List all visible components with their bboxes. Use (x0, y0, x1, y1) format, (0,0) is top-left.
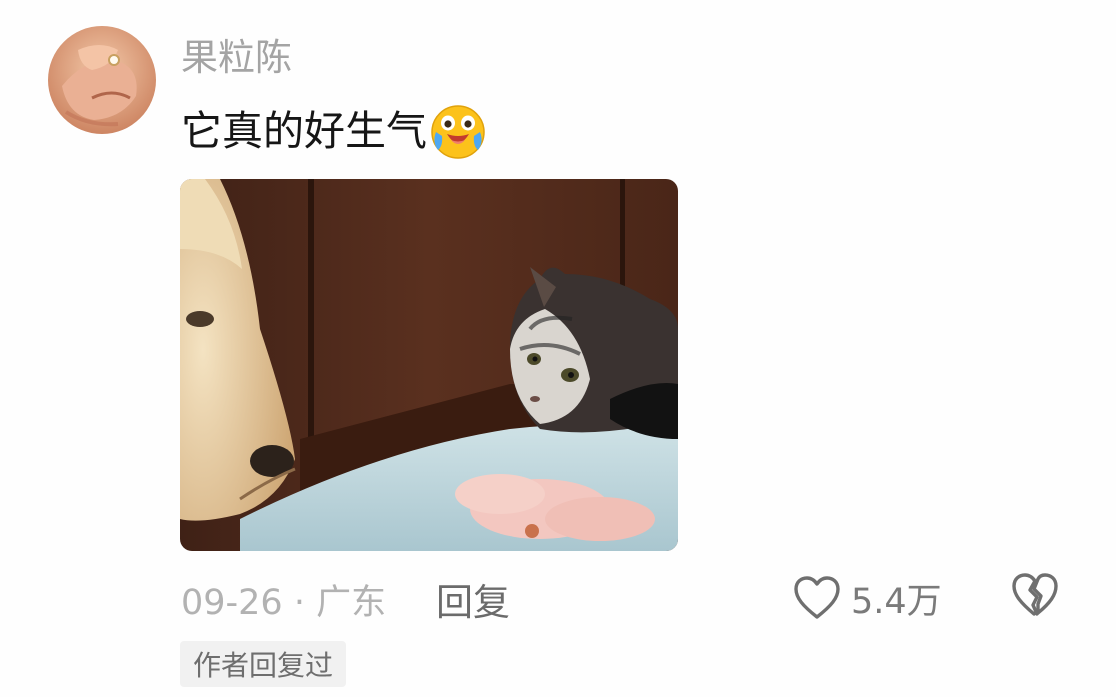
like-button[interactable]: 5.4万 (793, 570, 942, 626)
reply-button[interactable]: 回复 (436, 572, 510, 626)
like-count: 5.4万 (851, 581, 942, 622)
avatar-photo (48, 26, 156, 134)
date-location: 09-26 · 广东 (181, 582, 387, 623)
heart-icon (794, 576, 840, 619)
comment-text: 它真的好生气 (181, 102, 487, 160)
broken-heart-icon (1012, 573, 1058, 616)
comment-text-content: 它真的好生气 (181, 107, 427, 155)
dog-cat-photo (180, 179, 678, 551)
crying-laughing-emoji-icon (431, 105, 485, 159)
comment-item: 果粒陈 它真的好生气 09-26 · 广东 回复 5.4万 作者回复过 (0, 0, 1116, 697)
avatar[interactable] (48, 26, 156, 134)
dislike-button[interactable] (1011, 572, 1059, 620)
comment-image[interactable] (180, 179, 678, 551)
author-replied-badge: 作者回复过 (180, 641, 347, 687)
comment-meta: 09-26 · 广东 回复 (181, 574, 510, 624)
username[interactable]: 果粒陈 (181, 34, 292, 82)
